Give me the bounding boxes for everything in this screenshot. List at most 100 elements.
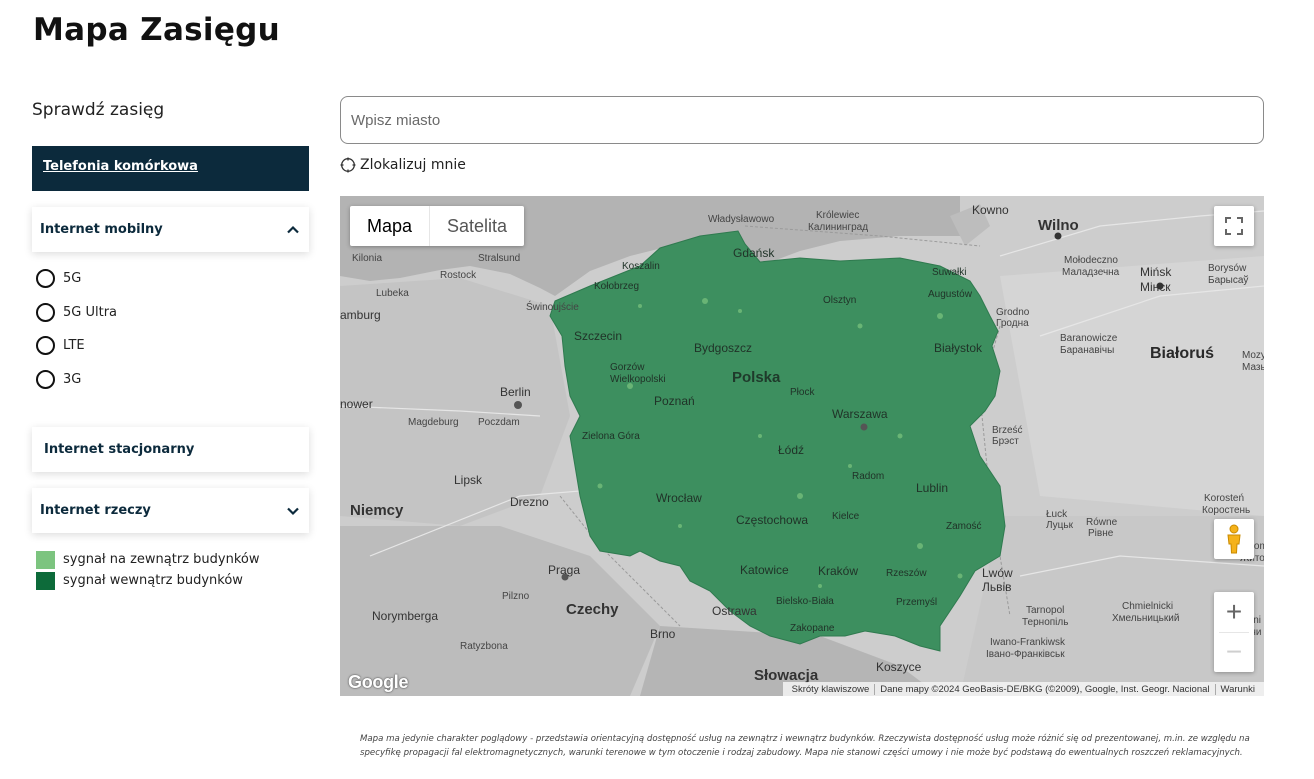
map-label: Gorzów Wielkopolski [610,362,666,385]
map-label: Stralsund [478,253,521,264]
map-label: Świnoujście [526,302,579,313]
map-label: Коростень [1202,505,1251,516]
map-label: Bielsko-Biała [776,596,834,607]
map-label: Iwano-Frankiwsk [990,637,1066,648]
radio-circle-icon[interactable] [36,336,55,356]
keyboard-shortcuts-link[interactable]: Skróty klawiszowe [787,684,875,695]
map-label: Czechy [566,601,619,618]
map-label: Królewiec [816,210,860,221]
street-view-pegman-button[interactable] [1214,519,1254,559]
map-label: Augustów [928,289,972,300]
map-label: Przemyśl [896,597,938,608]
coverage-legend: sygnał na zewnątrz budynków sygnał wewną… [32,549,309,591]
map-label: Olsztyn [823,295,857,306]
terms-link[interactable]: Warunki [1214,683,1261,695]
map-disclaimer: Mapa ma jedynie charakter poglądowy - pr… [360,734,1250,758]
map-label: Koszyce [876,660,922,674]
zoom-out-button[interactable]: − [1214,632,1254,672]
map-label: Rostock [440,270,477,281]
map-label: Рівне [1088,528,1114,539]
map-label: Białystok [934,341,983,355]
map-label: Wrocław [656,491,702,505]
map-label: Berlin [500,385,531,399]
map-label: Mołodeczno [1064,255,1118,266]
radio-circle-icon[interactable] [36,269,55,289]
accordion-iot[interactable]: Internet rzeczy [32,488,309,533]
pegman-icon [1227,524,1241,554]
map-label: Мінск [1140,280,1171,294]
accordion-mobile-internet[interactable]: Internet mobilny [32,207,309,252]
map-label: Norymberga [372,609,439,623]
map-label: Szczecin [574,329,623,343]
map-label: Ostrawa [712,604,757,618]
map-label: Mozyrz [1242,350,1264,361]
radio-option-3g[interactable]: 3G [32,363,309,397]
map-label: Kołobrzeg [594,281,640,292]
map-label: Lipsk [454,473,483,487]
crosshair-icon [340,157,356,173]
google-logo: Google [348,672,409,692]
fullscreen-icon [1225,217,1243,235]
radio-label: 5G [63,271,82,287]
tab-mobile-phone[interactable]: Telefonia komórkowa [32,146,309,191]
map-label: nower [340,397,373,411]
map-type-control: Mapa Satelita [350,206,525,246]
map-label: Гродна [996,318,1029,329]
map-label: Brześć [992,425,1023,436]
legend-item-indoor: sygnał wewnątrz budynków [32,570,309,591]
radio-option-5g[interactable]: 5G [32,262,309,296]
radio-option-5g-ultra[interactable]: 5G Ultra [32,296,309,330]
locate-me-button[interactable]: Zlokalizuj mnie [340,157,466,173]
map-label: Lublin [916,481,949,495]
map-label: Radom [852,471,885,482]
map-label: Magdeburg [408,417,459,428]
city-search-input[interactable] [340,96,1264,144]
map-label: Lwów [982,566,1013,580]
locate-me-label: Zlokalizuj mnie [360,157,466,173]
map-data-credit: Dane mapy ©2024 GeoBasis-DE/BKG (©2009),… [874,683,1214,695]
map-label: Brno [650,627,676,641]
radio-circle-icon[interactable] [36,369,55,389]
map-label: Хмельницький [1112,613,1180,624]
map-label: Калининград [808,222,869,233]
mobile-internet-options: 5G 5G Ultra LTE 3G [32,262,309,396]
legend-swatch-outdoor [36,550,55,569]
map-label: Drezno [510,495,549,509]
accordion-fixed-internet[interactable]: Internet stacjonarny [32,427,309,472]
map-label: Chmielnicki [1122,601,1174,612]
map-label: Mińsk [1140,265,1172,279]
map-label: Płock [790,387,815,398]
radio-circle-icon[interactable] [36,302,55,322]
map-label: Kraków [818,564,859,578]
map-label: Kilonia [352,253,383,264]
map-label: Baranowicze [1060,333,1118,344]
chevron-down-icon [287,507,299,515]
map-label: Rzeszów [886,568,927,579]
map-type-satellite-button[interactable]: Satelita [430,206,524,246]
map-label: Tarnopol [1026,605,1065,616]
accordion-mobile-internet-label: Internet mobilny [40,222,163,237]
legend-swatch-indoor [36,571,55,590]
zoom-in-button[interactable]: + [1214,592,1254,632]
map-label: Луцьк [1046,520,1073,531]
map-label: Suwałki [932,267,967,278]
legend-label: sygnał na zewnątrz budynków [63,552,260,567]
map-label: Praga [548,563,581,577]
check-coverage-label: Sprawdź zasięg [32,100,165,120]
map-type-map-button[interactable]: Mapa [350,206,431,246]
coverage-map[interactable]: Władysławowo Królewiec Калининград Kowno… [340,196,1264,696]
radio-option-lte[interactable]: LTE [32,329,309,363]
map-label: Pilzno [502,591,530,602]
map-label: Zakopane [790,623,835,634]
map-label: Warszawa [832,407,888,421]
map-label: Częstochowa [736,513,809,527]
accordion-fixed-internet-label: Internet stacjonarny [44,442,195,457]
country-label-poland: Polska [732,369,781,386]
fullscreen-button[interactable] [1214,206,1254,246]
map-label: Барысаў [1208,275,1249,286]
map-label: Białoruś [1150,345,1215,362]
map-label: Borysów [1208,263,1247,274]
radio-label: 5G Ultra [63,304,118,320]
map-label: Zamość [946,521,982,532]
map-label: Katowice [740,563,789,577]
